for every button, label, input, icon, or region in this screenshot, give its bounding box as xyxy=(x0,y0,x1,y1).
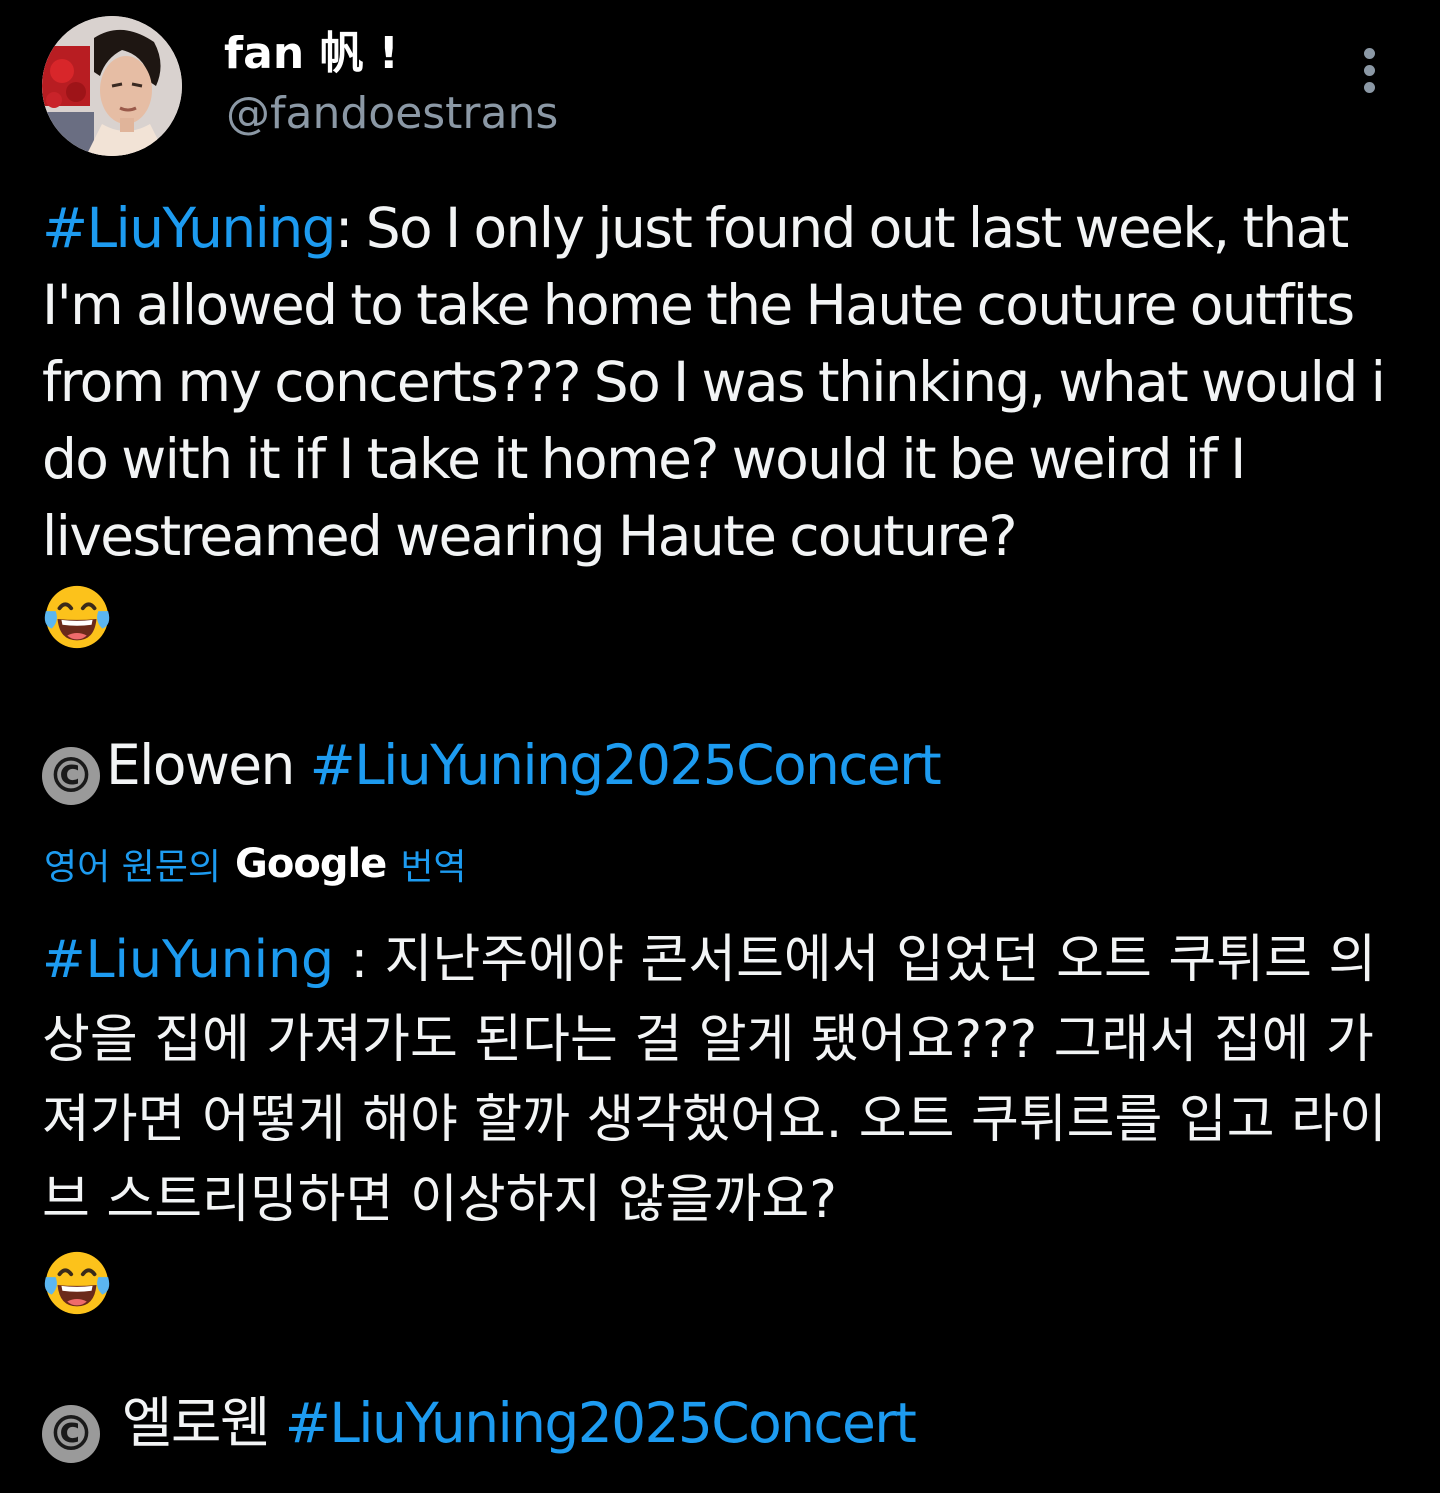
translated-credit-name: 엘로웬 xyxy=(106,1391,285,1455)
more-options-dot xyxy=(1364,65,1375,76)
translated-credit-line: © 엘로웬 #LiuYuning2025Concert xyxy=(42,1385,917,1463)
translated-text: #LiuYuning : 지난주에야 콘서트에서 입었던 오트 쿠튀르 의상을 … xyxy=(42,920,1412,1320)
more-options-icon[interactable] xyxy=(1352,44,1388,98)
avatar-image xyxy=(42,16,182,156)
face-with-tears-of-joy-icon xyxy=(44,585,110,648)
author-display-name[interactable]: fan 帆 ! xyxy=(224,28,399,80)
more-options-dot xyxy=(1364,48,1375,59)
hashtag-link[interactable]: #LiuYuning xyxy=(42,930,334,990)
face-with-tears-of-joy-icon xyxy=(44,1251,110,1315)
more-options-dot xyxy=(1364,82,1375,93)
copyright-icon: © xyxy=(42,1405,100,1463)
hashtag-link[interactable]: #LiuYuning2025Concert xyxy=(285,1391,917,1455)
hashtag-link[interactable]: #LiuYuning xyxy=(42,196,337,260)
credit-line: © Elowen #LiuYuning2025Concert xyxy=(42,727,942,805)
copyright-icon: © xyxy=(42,747,100,805)
google-logo: Google xyxy=(235,841,387,887)
translation-label[interactable]: 영어 원문의 Google 번역 xyxy=(44,834,467,894)
tweet-text: #LiuYuning: So I only just found out las… xyxy=(42,190,1412,652)
author-handle[interactable]: @fandoestrans xyxy=(226,88,558,140)
translation-suffix: 번역 xyxy=(400,847,467,888)
avatar[interactable] xyxy=(42,16,182,156)
translation-prefix: 영어 원문의 xyxy=(44,847,222,888)
credit-name: Elowen xyxy=(106,733,310,797)
tweet: fan 帆 ! @fandoestrans #LiuYuning: So I o… xyxy=(0,0,1440,1493)
hashtag-link[interactable]: #LiuYuning2025Concert xyxy=(310,733,942,797)
